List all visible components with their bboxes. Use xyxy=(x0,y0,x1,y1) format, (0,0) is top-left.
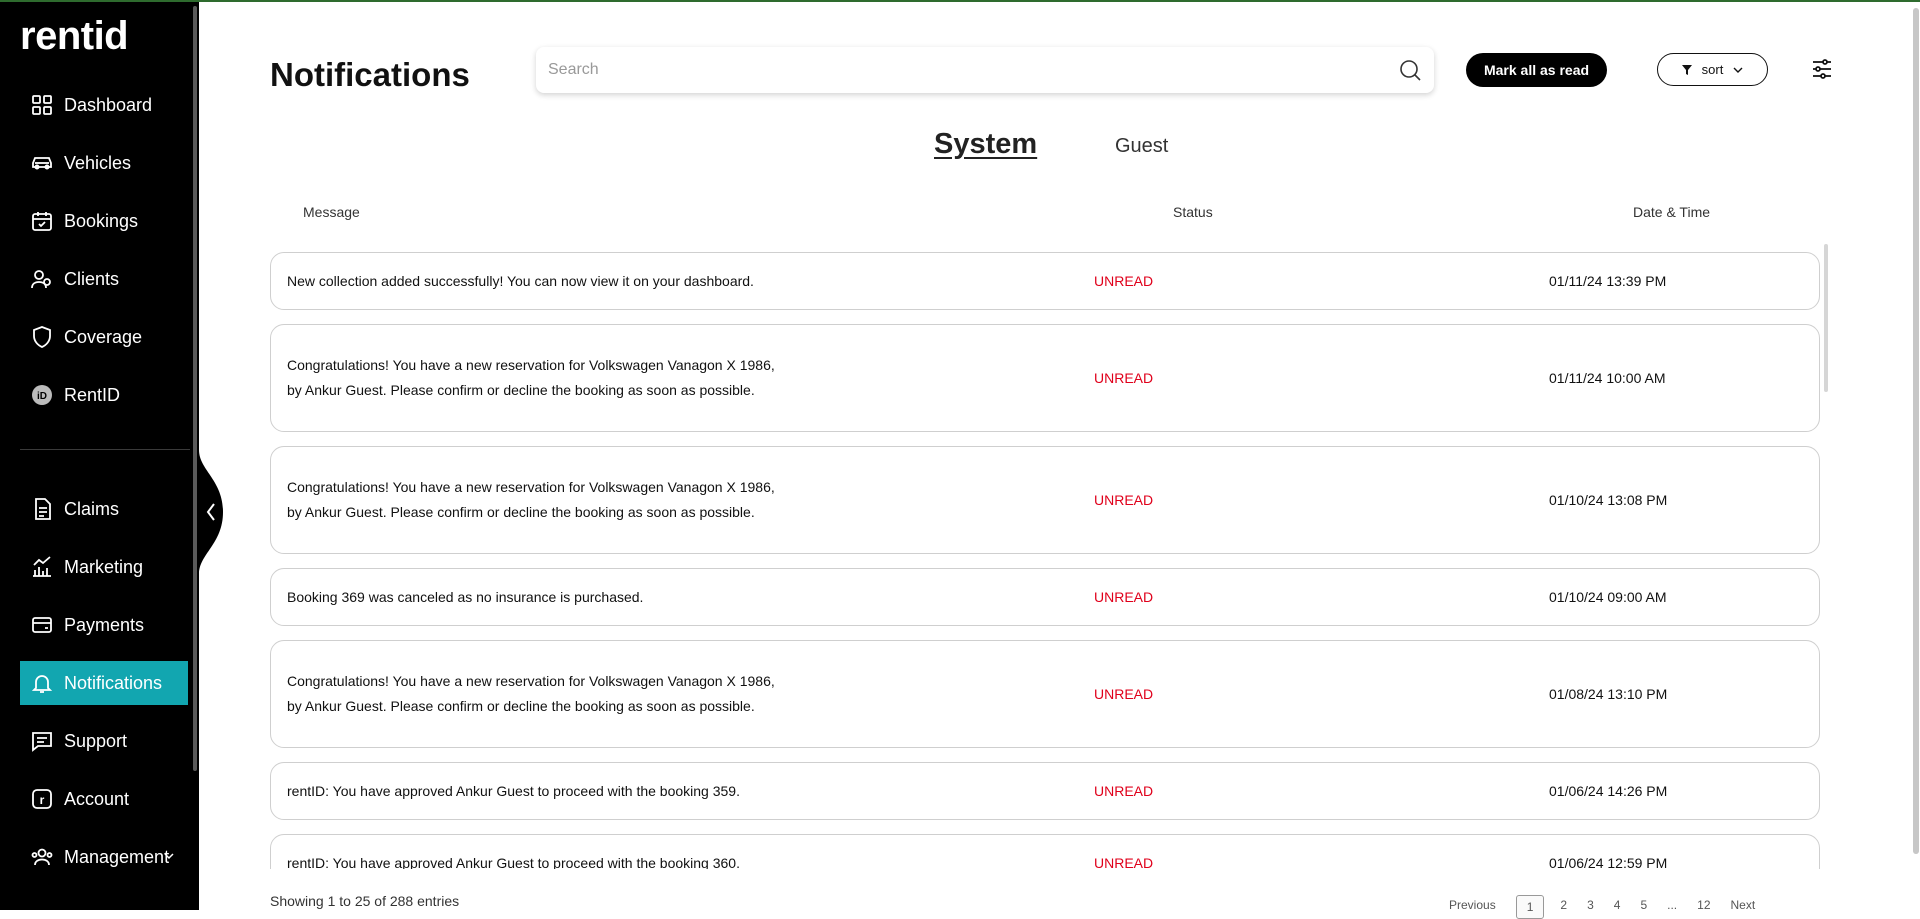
row-message: New collection added successfully! You c… xyxy=(287,272,754,289)
sidebar-item-label: Claims xyxy=(64,498,120,519)
list-scrollbar[interactable] xyxy=(1824,244,1828,392)
sidebar-item-label: Management xyxy=(64,846,170,867)
row-datetime: 01/11/24 10:00 AM xyxy=(1549,370,1666,386)
main-content: Notifications Mark all as read sort Syst… xyxy=(199,0,1920,919)
document-icon xyxy=(30,497,54,521)
notification-list: New collection added successfully! You c… xyxy=(270,252,1822,869)
car-icon xyxy=(30,151,54,175)
sidebar-item-payments[interactable]: Payments xyxy=(20,603,188,647)
calendar-check-icon xyxy=(30,209,54,233)
row-status: UNREAD xyxy=(1094,273,1154,289)
pagination-page-current[interactable]: 1 xyxy=(1515,895,1545,919)
sidebar-item-label: RentID xyxy=(64,384,121,405)
page-title: Notifications xyxy=(270,56,470,93)
sidebar-item-marketing[interactable]: Marketing xyxy=(20,545,188,589)
rentid-badge-icon: iD xyxy=(30,383,54,407)
sidebar-item-bookings[interactable]: Bookings xyxy=(20,199,188,243)
column-header-message: Message xyxy=(303,204,360,220)
search-bar[interactable] xyxy=(536,47,1434,93)
svg-text:iD: iD xyxy=(37,391,47,402)
table-row[interactable]: rentID: You have approved Ankur Guest to… xyxy=(270,834,1820,869)
sidebar-item-label: Dashboard xyxy=(64,94,153,115)
sidebar-item-label: Bookings xyxy=(64,210,139,231)
sidebar-item-label: Clients xyxy=(64,268,120,289)
table-row[interactable]: Booking 369 was canceled as no insurance… xyxy=(270,568,1820,626)
sidebar-item-management[interactable]: Management xyxy=(20,835,188,879)
sidebar-item-label: Payments xyxy=(64,614,145,635)
search-icon[interactable] xyxy=(1398,58,1422,82)
row-datetime: 01/06/24 14:26 PM xyxy=(1549,783,1668,799)
sidebar-item-label: Coverage xyxy=(64,326,143,347)
table-header: Message Status Date & Time xyxy=(270,204,1820,224)
dashboard-grid-icon xyxy=(30,93,54,117)
row-status: UNREAD xyxy=(1094,855,1154,869)
table-row[interactable]: Congratulations! You have a new reservat… xyxy=(270,324,1820,432)
row-message: Congratulations! You have a new reservat… xyxy=(287,357,775,398)
row-datetime: 01/10/24 13:08 PM xyxy=(1549,492,1668,508)
column-header-datetime: Date & Time xyxy=(1633,204,1711,220)
tab-system[interactable]: System xyxy=(934,128,1037,161)
sidebar: rentid Dashboard Vehicles Bookings Clien… xyxy=(0,0,199,910)
table-row[interactable]: Congratulations! You have a new reservat… xyxy=(270,640,1820,748)
sort-label: sort xyxy=(1701,62,1724,77)
sidebar-item-coverage[interactable]: Coverage xyxy=(20,315,188,359)
row-status: UNREAD xyxy=(1094,589,1154,605)
filter-sliders-icon[interactable] xyxy=(1810,57,1834,81)
sidebar-item-vehicles[interactable]: Vehicles xyxy=(20,141,188,185)
column-header-status: Status xyxy=(1173,204,1213,220)
row-datetime: 01/10/24 09:00 AM xyxy=(1549,589,1667,605)
row-message: rentID: You have approved Ankur Guest to… xyxy=(287,854,740,870)
sidebar-item-dashboard[interactable]: Dashboard xyxy=(20,83,188,127)
table-row[interactable]: Congratulations! You have a new reservat… xyxy=(270,446,1820,554)
sidebar-item-rentid[interactable]: iD RentID xyxy=(20,373,188,417)
chevron-down-icon xyxy=(1733,67,1743,73)
notification-tabs: System Guest xyxy=(199,128,1920,168)
row-message: Booking 369 was canceled as no insurance… xyxy=(287,588,644,605)
bell-icon xyxy=(30,671,54,695)
sidebar-item-label: Vehicles xyxy=(64,152,132,173)
row-status: UNREAD xyxy=(1094,370,1154,386)
users-icon xyxy=(30,267,54,291)
chart-growth-icon xyxy=(30,555,54,579)
mark-all-read-button[interactable]: Mark all as read xyxy=(1466,53,1607,87)
row-datetime: 01/08/24 13:10 PM xyxy=(1549,686,1668,702)
shield-icon xyxy=(30,325,54,349)
sidebar-divider xyxy=(20,449,190,450)
svg-text:r: r xyxy=(40,793,45,807)
wallet-icon xyxy=(30,613,54,637)
row-status: UNREAD xyxy=(1094,783,1154,799)
row-datetime: 01/06/24 12:59 PM xyxy=(1549,855,1668,869)
account-r-icon: r xyxy=(30,787,54,811)
sidebar-item-claims[interactable]: Claims xyxy=(20,487,188,531)
top-accent-line xyxy=(0,0,1920,2)
row-message: Congratulations! You have a new reservat… xyxy=(287,673,775,714)
sidebar-item-label: Marketing xyxy=(64,556,144,577)
app-logo[interactable]: rentid xyxy=(20,14,129,59)
team-icon xyxy=(30,845,54,869)
row-status: UNREAD xyxy=(1094,686,1154,702)
sidebar-item-clients[interactable]: Clients xyxy=(20,257,188,301)
table-row[interactable]: rentID: You have approved Ankur Guest to… xyxy=(270,762,1820,820)
search-input[interactable] xyxy=(548,61,1398,79)
row-status: UNREAD xyxy=(1094,492,1154,508)
sidebar-item-account[interactable]: r Account xyxy=(20,777,188,821)
page-scrollbar-thumb[interactable] xyxy=(1913,8,1919,854)
sidebar-item-label: Notifications xyxy=(64,672,163,693)
row-message: Congratulations! You have a new reservat… xyxy=(287,479,775,520)
sort-dropdown[interactable]: sort xyxy=(1657,53,1768,86)
chat-icon xyxy=(30,729,54,753)
row-message: rentID: You have approved Ankur Guest to… xyxy=(287,782,740,799)
tab-guest[interactable]: Guest xyxy=(1115,135,1168,158)
funnel-icon xyxy=(1681,64,1692,75)
sidebar-item-notifications[interactable]: Notifications xyxy=(20,661,188,705)
sidebar-item-support[interactable]: Support xyxy=(20,719,188,763)
row-datetime: 01/11/24 13:39 PM xyxy=(1549,273,1667,289)
sidebar-item-label: Support xyxy=(64,730,128,751)
table-row[interactable]: New collection added successfully! You c… xyxy=(270,252,1820,310)
pagination: Previous 1 2 3 4 5 ... 12 Next xyxy=(1449,895,1775,919)
entries-info: Showing 1 to 25 of 288 entries xyxy=(270,893,460,909)
chevron-down-icon xyxy=(164,853,174,860)
sidebar-scrollbar[interactable] xyxy=(193,6,197,771)
sidebar-item-label: Account xyxy=(64,788,130,809)
